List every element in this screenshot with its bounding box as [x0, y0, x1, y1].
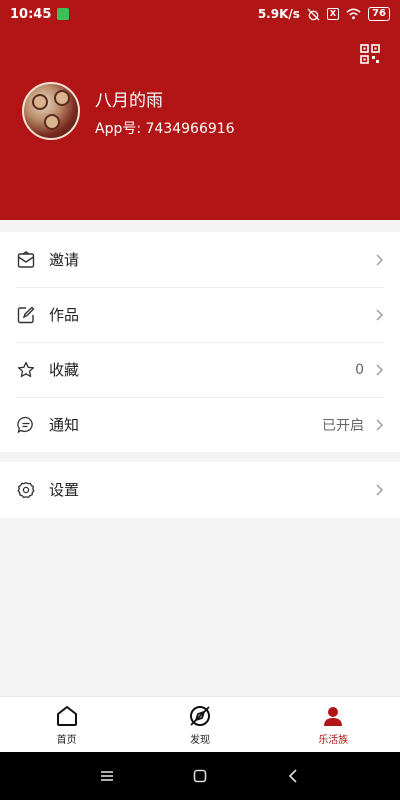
home-nav-button[interactable] [180, 756, 220, 796]
profile-header: 八月的雨 App号: 7434966916 [0, 28, 400, 220]
discover-icon [189, 705, 210, 726]
back-nav-button[interactable] [273, 756, 313, 796]
menu-nav-button[interactable] [87, 756, 127, 796]
tab-label-home: 首页 [56, 734, 77, 746]
envelope-icon [16, 250, 36, 270]
app-id: App号: 7434966916 [95, 121, 235, 137]
sim-off-icon: X [326, 8, 340, 20]
menu-item-invite[interactable]: 邀请 [0, 232, 400, 287]
menu-icon [100, 771, 113, 781]
username: 八月的雨 [95, 91, 163, 111]
status-indicators: 5.9K/s X 76 [258, 7, 390, 21]
home-icon [56, 705, 77, 726]
chevron-right-icon [376, 254, 383, 265]
tab-label-profile: 乐活族 [318, 734, 349, 746]
status-bar: 10:45 5.9K/s X 76 [0, 0, 400, 28]
menu-item-notifications[interactable]: 通知 已开启 [0, 397, 400, 452]
chat-bubble-icon [16, 415, 36, 435]
notifications-status: 已开启 [322, 417, 364, 434]
menu-label-notifications: 通知 [49, 416, 80, 434]
menu-label-favorites: 收藏 [49, 361, 80, 379]
qr-code-icon[interactable] [360, 44, 380, 64]
chevron-right-icon [376, 484, 383, 495]
menu-item-works[interactable]: 作品 [0, 287, 400, 342]
wifi-icon [346, 8, 361, 20]
menu-item-favorites[interactable]: 收藏 0 [0, 342, 400, 397]
chevron-right-icon [376, 419, 383, 430]
gear-icon [16, 480, 36, 500]
network-speed: 5.9K/s [257, 7, 300, 21]
chevron-right-icon [376, 364, 383, 375]
alarm-off-icon [307, 7, 320, 21]
menu-list: 邀请 作品 收藏 0 通知 已开启 [0, 232, 400, 452]
menu-label-settings: 设置 [49, 481, 80, 499]
favorites-count: 0 [355, 361, 364, 378]
edit-icon [16, 305, 36, 325]
avatar[interactable] [22, 82, 80, 140]
bottom-tab-bar: 首页 发现 乐活族 [0, 696, 400, 752]
tab-label-discover: 发现 [189, 734, 210, 746]
chevron-right-icon [376, 309, 383, 320]
menu-label-works: 作品 [49, 306, 80, 324]
app-notification-icon [57, 8, 70, 20]
star-icon [16, 360, 36, 380]
back-icon [289, 769, 297, 783]
menu-label-invite: 邀请 [49, 251, 80, 269]
settings-section: 设置 [0, 462, 400, 518]
status-time: 10:45 [10, 6, 52, 22]
battery-indicator: 76 [368, 7, 390, 21]
tab-discover[interactable]: 发现 [133, 697, 266, 752]
tab-home[interactable]: 首页 [0, 697, 133, 752]
menu-item-settings[interactable]: 设置 [0, 462, 400, 517]
user-icon [324, 706, 343, 726]
tab-profile[interactable]: 乐活族 [267, 697, 400, 752]
square-icon [193, 769, 207, 783]
system-nav-bar [0, 752, 400, 800]
